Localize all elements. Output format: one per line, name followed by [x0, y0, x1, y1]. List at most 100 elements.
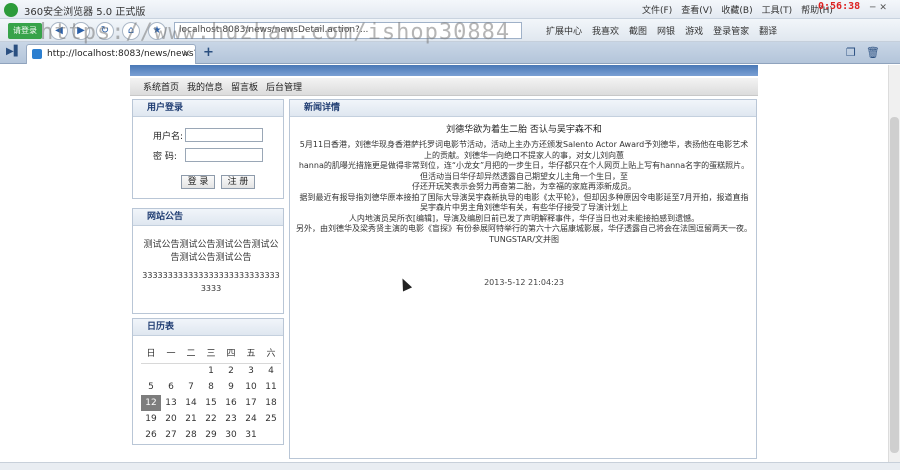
username-input[interactable]: [185, 128, 263, 142]
page-viewport: 系统首页 我的信息 留言板 后台管理 用户登录 用户名: 密 码: 登 录 注 …: [0, 65, 888, 462]
calendar-day[interactable]: 20: [161, 411, 181, 427]
refresh-icon[interactable]: ↻: [96, 22, 114, 40]
login-manager-button[interactable]: 登录管家: [713, 24, 749, 37]
calendar-day[interactable]: 1: [201, 363, 221, 379]
calendar-day[interactable]: 8: [201, 379, 221, 395]
vertical-scrollbar[interactable]: [888, 65, 900, 462]
calendar-weekday: 五: [241, 343, 261, 364]
tab-strip-controls: ❐ 🗑: [846, 46, 880, 59]
menu-tools[interactable]: 工具(T): [762, 3, 793, 16]
password-label: 密 码:: [153, 152, 177, 162]
calendar-day[interactable]: 13: [161, 395, 181, 411]
calendar-empty-cell: [161, 363, 181, 379]
home-icon[interactable]: ⌂: [122, 22, 140, 40]
browser-title-bar: 360安全浏览器 5.0 正式版 文件(F) 查看(V) 收藏(B) 工具(T)…: [0, 0, 900, 19]
notice-text: 测试公告测试公告测试公告测试公告测试公告测试公告: [143, 240, 279, 263]
bank-button[interactable]: 网银: [657, 24, 675, 37]
translate-button[interactable]: 翻译: [759, 24, 777, 37]
minimize-icon[interactable]: ─: [870, 3, 875, 13]
calendar-day[interactable]: 19: [141, 411, 161, 427]
login-badge[interactable]: 请登录: [8, 23, 42, 39]
calendar-weekday: 日: [141, 343, 161, 364]
tab-active[interactable]: http://localhost:8083/news/news?t... ×: [26, 44, 196, 64]
calendar-day[interactable]: 5: [141, 379, 161, 395]
news-paragraph: 人内地演员吴所衣[编辑]，导演及编剧日前已发了声明解释事件，华仔当日也对未能接拍…: [348, 213, 700, 223]
extension-center-button[interactable]: 扩展中心: [546, 24, 582, 37]
calendar-day[interactable]: 9: [221, 379, 241, 395]
calendar-box: 日历表 日一二三四五六 1 2 3 4 5 6 7 8 9 10 11 12 13 14 15 16 17 18 1…: [132, 318, 284, 445]
news-paragraph: hanna的肌曝光措施更是做得非常到位，连“小龙女”月把的一步生日，华仔都只在个…: [298, 161, 750, 181]
clock-display: 0:56:38: [818, 1, 861, 12]
tab-close-icon[interactable]: ×: [183, 45, 191, 63]
username-label: 用户名:: [153, 132, 184, 142]
calendar-day[interactable]: 24: [241, 411, 261, 427]
calendar-day[interactable]: 31: [241, 427, 261, 443]
favorite-star-icon[interactable]: ★: [148, 22, 166, 40]
calendar-day[interactable]: 3: [241, 363, 261, 379]
new-tab-icon[interactable]: +: [203, 45, 214, 60]
calendar-day[interactable]: 16: [221, 395, 241, 411]
like-button[interactable]: 我喜欢: [592, 24, 619, 37]
menu-file[interactable]: 文件(F): [642, 3, 672, 16]
calendar-day[interactable]: 14: [181, 395, 201, 411]
calendar-day[interactable]: 23: [221, 411, 241, 427]
forward-icon[interactable]: ▶: [72, 22, 90, 40]
sidebar-toggle-icon[interactable]: ▶▌: [6, 46, 21, 57]
calendar-day[interactable]: 6: [161, 379, 181, 395]
calendar-weekday: 一: [161, 343, 181, 364]
scrollbar-thumb[interactable]: [890, 117, 899, 453]
menu-view[interactable]: 查看(V): [681, 3, 712, 16]
calendar-day[interactable]: 17: [241, 395, 261, 411]
calendar-day[interactable]: 30: [221, 427, 241, 443]
screenshot-button[interactable]: 截图: [629, 24, 647, 37]
calendar-day[interactable]: 10: [241, 379, 261, 395]
nav-guestbook[interactable]: 留言板: [231, 80, 258, 93]
menu-favorites[interactable]: 收藏(B): [721, 3, 752, 16]
close-window-icon[interactable]: ✕: [879, 3, 887, 13]
news-paragraph: 仔还开玩笑表示会努力再奋第二胎，为幸福的家庭再添新成员。: [412, 182, 636, 191]
window-controls: ─ ✕: [870, 3, 887, 13]
calendar-empty-cell: [261, 427, 281, 443]
calendar-week-row: 1234: [141, 363, 281, 379]
toolbar-extensions: 扩展中心 我喜欢 截图 网银 游戏 登录管家 翻译: [546, 24, 777, 37]
calendar-empty-cell: [141, 363, 161, 379]
calendar-day[interactable]: 2: [221, 363, 241, 379]
calendar-title: 日历表: [133, 319, 283, 336]
calendar-day[interactable]: 4: [261, 363, 281, 379]
notice-numbers: 3333333333333333333333333333333: [142, 271, 280, 293]
address-bar[interactable]: localhost:8083/news/newsDetail.action?..…: [174, 22, 522, 39]
calendar-day[interactable]: 29: [201, 427, 221, 443]
calendar-day[interactable]: 18: [261, 395, 281, 411]
calendar-table: 日一二三四五六 1 2 3 4 5 6 7 8 9 10 11 12 13 14 15 16 17 18 19 20 2…: [141, 343, 281, 443]
trash-icon[interactable]: 🗑: [866, 46, 880, 59]
calendar-day[interactable]: 25: [261, 411, 281, 427]
nav-home[interactable]: 系统首页: [143, 80, 179, 93]
news-paragraph: 5月11日香港，刘德华现身香港萨托罗词电影节活动，活动上主办方还颁发Salent…: [299, 140, 749, 160]
notice-box: 网站公告 测试公告测试公告测试公告测试公告测试公告测试公告 3333333333…: [132, 208, 284, 314]
login-button[interactable]: 登 录: [181, 175, 215, 189]
news-title: 刘德华欲为着生二胎 否认与吴宇森不和: [446, 125, 602, 135]
nav-my-info[interactable]: 我的信息: [187, 80, 223, 93]
tab-list-icon[interactable]: ❐: [846, 46, 856, 59]
nav-admin[interactable]: 后台管理: [266, 80, 302, 93]
calendar-day[interactable]: 11: [261, 379, 281, 395]
password-input[interactable]: [185, 148, 263, 162]
calendar-day[interactable]: 21: [181, 411, 201, 427]
news-paragraph: 另外，由刘德华及梁秀贤主演的电影《盲探》有份参展阿特举行的第六十六届康城影展，华…: [296, 224, 752, 244]
calendar-day[interactable]: 22: [201, 411, 221, 427]
page-favicon-icon: [32, 49, 42, 59]
login-box-title: 用户登录: [133, 100, 283, 117]
calendar-day[interactable]: 7: [181, 379, 201, 395]
calendar-week-row: 5 6 7 8 9 10 11: [141, 379, 281, 395]
calendar-day[interactable]: 27: [161, 427, 181, 443]
calendar-day[interactable]: 15: [201, 395, 221, 411]
browser-toolbar: 请登录 ◀ ▶ ↻ ⌂ ★ localhost:8083/news/newsDe…: [0, 19, 900, 42]
calendar-day[interactable]: 28: [181, 427, 201, 443]
back-icon[interactable]: ◀: [50, 22, 68, 40]
calendar-day[interactable]: 26: [141, 427, 161, 443]
calendar-day[interactable]: 12: [141, 395, 161, 411]
site-nav: 系统首页 我的信息 留言板 后台管理: [130, 78, 758, 96]
site-banner: [130, 65, 758, 76]
games-button[interactable]: 游戏: [685, 24, 703, 37]
register-button[interactable]: 注 册: [221, 175, 255, 189]
